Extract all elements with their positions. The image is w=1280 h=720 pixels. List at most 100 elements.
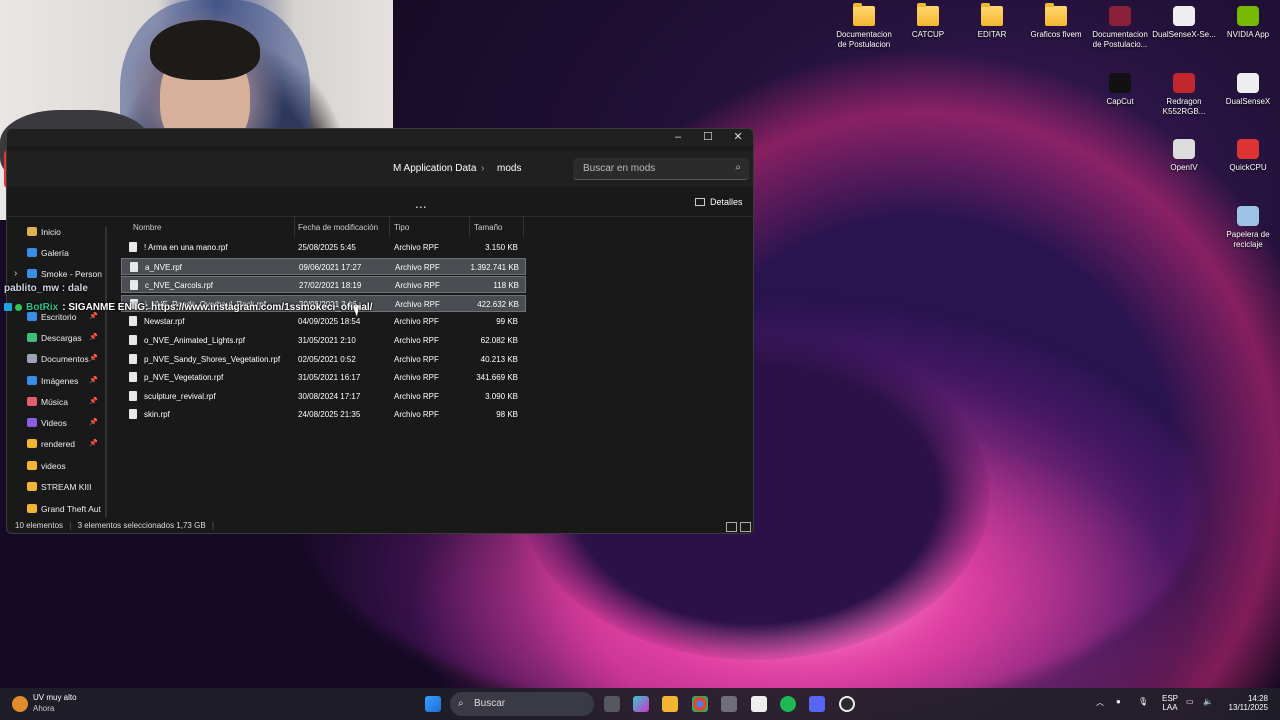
task-view-icon[interactable] <box>604 696 620 712</box>
file-row[interactable]: c_NVE_Carcols.rpf 27/02/2021 18:19 Archivo… <box>121 276 526 294</box>
column-separator[interactable] <box>469 217 470 237</box>
download-icon <box>27 333 37 342</box>
sidebar-item-inicio[interactable]: Inicio <box>27 227 61 237</box>
sidebar-item-videos[interactable]: videos <box>27 461 66 471</box>
column-header-size[interactable]: Tamaño <box>474 223 502 232</box>
taskbar-search-label: Buscar <box>474 698 506 709</box>
font-app-icon[interactable] <box>751 696 767 712</box>
column-header-name[interactable]: Nombre <box>133 223 161 232</box>
pin-icon: 📌 <box>89 440 98 447</box>
maximize-button[interactable]: ☐ <box>693 130 723 144</box>
store-icon[interactable] <box>721 696 737 712</box>
sidebar-item-videos[interactable]: Videos 📌 <box>27 418 98 428</box>
desktop-icon-catcup[interactable]: CATCUP <box>896 3 960 40</box>
desktop-icon-documentacion-de-postulacio[interactable]: Documentacion de Postulacio... <box>1088 6 1152 50</box>
column-separator[interactable] <box>294 217 295 237</box>
file-type: Archivo RPF <box>394 336 439 345</box>
file-size: 99 KB <box>496 317 518 327</box>
quickcpu-icon <box>1237 139 1259 159</box>
spotify-icon[interactable] <box>780 696 796 712</box>
file-explorer-icon[interactable] <box>662 696 678 712</box>
details-button[interactable]: Detalles <box>695 197 743 207</box>
title-bar: – ☐ ✕ <box>7 129 753 146</box>
file-row[interactable]: ! Arma en una mano.rpf 25/08/2025 5:45 Arc… <box>121 239 526 256</box>
discord-icon[interactable] <box>809 696 825 712</box>
pane-scrollbar[interactable] <box>105 227 107 517</box>
file-row[interactable]: p_NVE_Sandy_Shores_Vegetation.rpf 02/05/2… <box>121 351 526 368</box>
sidebar-item-documentos[interactable]: Documentos 📌 <box>27 354 98 364</box>
file-name: sculpture_revival.rpf <box>144 391 216 401</box>
sidebar-item-galer-a[interactable]: Galería <box>27 248 69 258</box>
file-row[interactable]: p_NVE_Vegetation.rpf 31/05/2021 16:17 Arch… <box>121 369 526 386</box>
status-bar: 10 elementos | 3 elementos seleccionados… <box>15 521 214 530</box>
sidebar-item-label: Imágenes <box>41 376 79 386</box>
desktop-icon-openiv[interactable]: OpenIV <box>1152 139 1216 173</box>
file-row[interactable]: a_NVE.rpf 09/06/2021 17:27 Archivo RPF 1.39… <box>121 257 526 275</box>
file-date: 02/05/2021 0:52 <box>298 354 356 364</box>
desktop-icon-documentacion-de-postulacion[interactable]: Documentacion de Postulacion <box>832 3 896 50</box>
chevron-right-icon[interactable]: › <box>14 268 17 279</box>
file-row[interactable]: Newstar.rpf 04/09/2025 18:54 Archivo RPF 99… <box>121 313 526 330</box>
file-type: Archivo RPF <box>394 317 439 327</box>
column-header-date[interactable]: Fecha de modificación <box>298 223 378 232</box>
steam-icon[interactable] <box>839 696 855 712</box>
microphone-icon[interactable]: 🎙 <box>1138 697 1148 706</box>
close-button[interactable]: ✕ <box>723 130 753 144</box>
column-separator[interactable] <box>389 217 390 237</box>
sidebar-item-descargas[interactable]: Descargas 📌 <box>27 333 98 343</box>
file-date: 31/05/2021 16:17 <box>298 373 361 383</box>
desktop-icon-label: QuickCPU <box>1229 163 1267 172</box>
desktop-icon-label: CATCUP <box>911 30 945 39</box>
desktop-icon-quickcpu[interactable]: QuickCPU <box>1216 139 1280 173</box>
tiles-view-icon[interactable] <box>740 522 751 532</box>
bot-name: BotRix <box>26 302 59 313</box>
images-icon <box>27 376 37 385</box>
file-row[interactable]: sculpture_revival.rpf 30/08/2024 17:17 Arc… <box>121 388 526 405</box>
sidebar-item-im-genes[interactable]: Imágenes 📌 <box>27 376 98 386</box>
selection-info: 3 elementos seleccionados 1,73 GB <box>77 521 206 530</box>
volume-icon[interactable]: 🔈 <box>1203 697 1213 706</box>
file-row[interactable]: o_NVE_Animated_Lights.rpf 31/05/2021 2:10… <box>121 332 526 349</box>
sidebar-item-label: Música <box>41 397 68 407</box>
sidebar-item-rendered[interactable]: rendered 📌 <box>27 439 98 449</box>
display-icon[interactable]: ▭ <box>1186 697 1194 706</box>
column-header-type[interactable]: Tipo <box>394 223 409 232</box>
desktop-icon-label: OpenIV <box>1170 163 1198 172</box>
desktop-icon-graficos-fivem[interactable]: Graficos fivem <box>1024 3 1088 40</box>
clock-date: 13/11/2025 <box>1228 703 1268 712</box>
sidebar-item-smoke-person[interactable]: Smoke - Person <box>27 269 102 279</box>
file-row[interactable]: skin.rpf 24/08/2025 21:35 Archivo RPF 98 KB <box>121 406 526 423</box>
start-windows-icon[interactable] <box>425 696 441 712</box>
file-date: 30/08/2024 17:17 <box>298 391 361 401</box>
taskbar-search[interactable]: ⌕ Buscar <box>450 692 594 716</box>
sidebar-item-label: videos <box>41 461 66 471</box>
column-separator[interactable] <box>523 217 524 237</box>
desktop-icon-papelera-de-reciclaje[interactable]: Papelera de reciclaje <box>1216 206 1280 250</box>
desktop-icon-editar[interactable]: EDITAR <box>960 3 1024 40</box>
pin-icon: 📌 <box>89 334 98 341</box>
network-tray-icon[interactable]: ● <box>1116 697 1121 706</box>
weather-title: UV muy alto <box>33 693 77 702</box>
breadcrumb-parent[interactable]: M Application Data <box>393 163 476 174</box>
language-indicator[interactable]: ESP LAA <box>1160 694 1180 712</box>
desktop-icon-redragon-k552rgb[interactable]: Redragon K552RGB... <box>1152 73 1216 117</box>
chevron-up-icon[interactable]: ︿ <box>1096 697 1104 708</box>
search-input[interactable]: Buscar en mods ⌕ <box>573 158 749 180</box>
desktop-icon-dualsensex-se[interactable]: DualSenseX-Se... <box>1152 6 1216 40</box>
desktop-icon-capcut[interactable]: CapCut <box>1088 73 1152 107</box>
sidebar-item-label: Inicio <box>41 227 61 237</box>
breadcrumb-current[interactable]: mods <box>497 163 521 174</box>
clock[interactable]: 14:28 13/11/2025 <box>1226 694 1268 712</box>
sidebar-item-m-sica[interactable]: Música 📌 <box>27 397 98 407</box>
minimize-button[interactable]: – <box>663 130 693 144</box>
sidebar-item-grand-theft-aut[interactable]: Grand Theft Aut <box>27 504 101 514</box>
desktop-icon-label: DualSenseX <box>1225 97 1271 106</box>
desktop-icon-dualsensex[interactable]: DualSenseX <box>1216 73 1280 107</box>
details-view-icon[interactable] <box>726 522 737 532</box>
more-options-button[interactable]: ... <box>415 195 427 211</box>
desktop-icon-nvidia-app[interactable]: NVIDIA App <box>1216 6 1280 40</box>
chrome-icon[interactable] <box>692 696 708 712</box>
copilot-icon[interactable] <box>633 696 649 712</box>
sidebar-item-stream-kiii[interactable]: STREAM KIII <box>27 482 92 492</box>
sidebar-item-escritorio[interactable]: Escritorio 📌 <box>27 312 98 322</box>
